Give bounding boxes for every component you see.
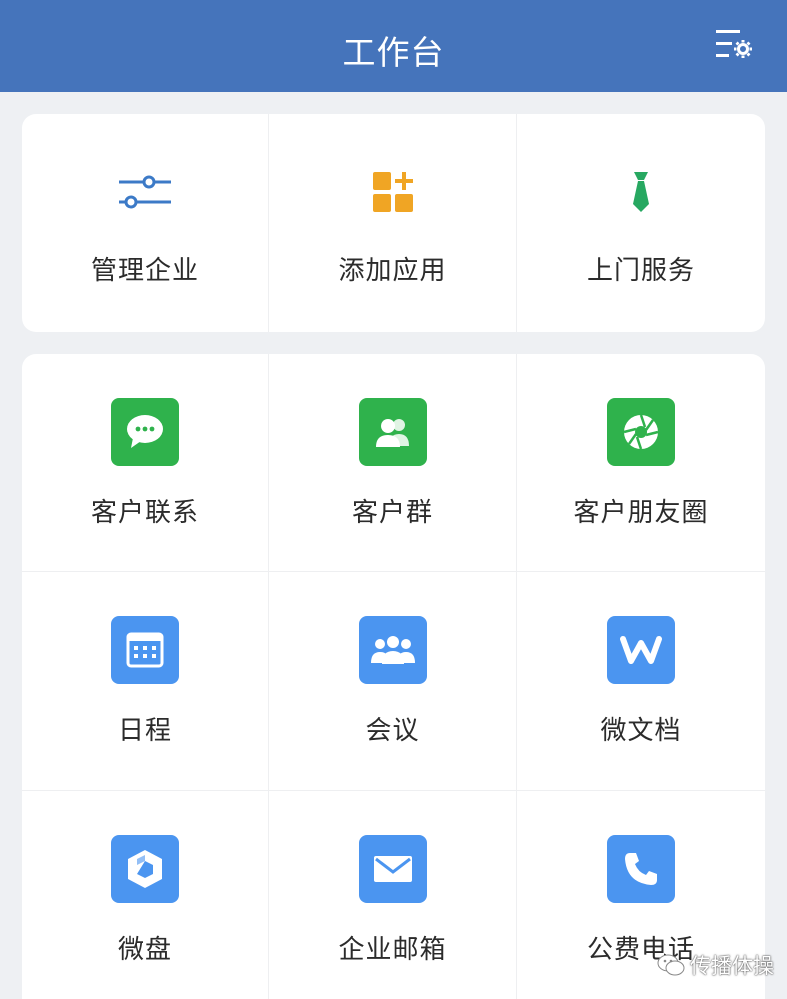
- app-label: 日程: [117, 716, 172, 746]
- app-meeting[interactable]: 会议: [269, 572, 517, 791]
- app-label: 企业邮箱: [338, 935, 447, 965]
- manage-enterprise-label: 管理企业: [90, 256, 199, 286]
- document-w-icon: [607, 616, 675, 684]
- app-label: 客户群: [351, 498, 433, 528]
- aperture-icon: [607, 398, 675, 466]
- onsite-service-label: 上门服务: [586, 256, 695, 286]
- settings-button[interactable]: [708, 22, 760, 72]
- app-customer-moments[interactable]: 客户朋友圈: [517, 354, 765, 572]
- chat-bubble-icon: [111, 398, 179, 466]
- app-customer-group[interactable]: 客户群: [269, 354, 517, 572]
- phone-icon: [607, 835, 675, 903]
- add-app-icon: [359, 158, 427, 226]
- app-micro-drive[interactable]: 微盘: [22, 791, 269, 999]
- app-header: 工作台: [0, 0, 787, 92]
- necktie-icon: [607, 158, 675, 226]
- app-label: 微文档: [600, 716, 682, 746]
- app-customer-contact[interactable]: 客户联系: [22, 354, 269, 572]
- watermark-text: 传播体操: [690, 954, 774, 978]
- add-app-button[interactable]: 添加应用: [269, 114, 517, 332]
- list-settings-icon: [716, 30, 752, 58]
- drive-icon: [111, 835, 179, 903]
- app-micro-doc[interactable]: 微文档: [517, 572, 765, 791]
- watermark: 传播体操: [656, 950, 774, 980]
- sliders-icon: [111, 158, 179, 226]
- app-enterprise-mail[interactable]: 企业邮箱: [269, 791, 517, 999]
- app-label: 微盘: [117, 935, 172, 965]
- calendar-icon: [111, 616, 179, 684]
- customer-group-icon: [358, 398, 427, 466]
- app-label: 客户朋友圈: [573, 498, 709, 528]
- app-grid-card: 客户联系 客户群 客户朋友圈 日程 会议 微文档 微盘 企业邮箱 公费电话: [22, 354, 765, 999]
- mail-icon: [358, 835, 427, 903]
- wechat-logo-icon: [657, 954, 685, 976]
- app-schedule[interactable]: 日程: [22, 572, 269, 791]
- add-app-label: 添加应用: [338, 256, 447, 286]
- onsite-service-button[interactable]: 上门服务: [517, 114, 765, 332]
- app-label: 会议: [365, 716, 420, 746]
- page-title: 工作台: [342, 33, 445, 72]
- quick-actions-card: 管理企业 添加应用 上门服务: [22, 114, 765, 332]
- manage-enterprise-button[interactable]: 管理企业: [22, 114, 269, 332]
- app-label: 客户联系: [90, 498, 199, 528]
- meeting-people-icon: [358, 616, 427, 684]
